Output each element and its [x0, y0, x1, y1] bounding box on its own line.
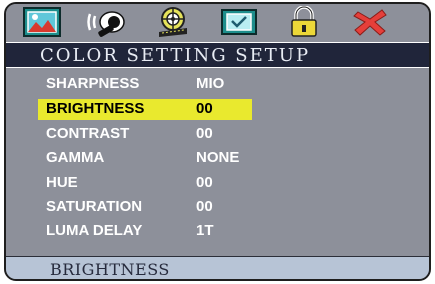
setting-value: 00: [196, 174, 213, 191]
setting-label: HUE: [46, 174, 78, 191]
setting-label: SATURATION: [46, 198, 143, 215]
exit-icon[interactable]: [350, 6, 390, 38]
setting-label: SHARPNESS: [46, 75, 140, 92]
setting-row-brightness[interactable]: BRIGHTNESS 00: [38, 99, 252, 120]
picture-icon[interactable]: [22, 6, 62, 38]
menu-title-bar: COLOR SETTING SETUP: [6, 42, 429, 68]
setting-value: 00: [196, 100, 213, 117]
setting-value: 1T: [196, 222, 214, 239]
setting-row-contrast[interactable]: CONTRAST 00: [38, 124, 252, 145]
setting-row-gamma[interactable]: GAMMA NONE: [38, 148, 252, 169]
lock-icon[interactable]: [284, 5, 324, 38]
setting-value: NONE: [196, 149, 240, 166]
status-bar: BRIGHTNESS: [6, 256, 429, 279]
setting-value: 00: [196, 198, 213, 215]
setting-label: LUMA DELAY: [46, 222, 143, 239]
setting-row-hue[interactable]: HUE 00: [38, 173, 252, 194]
film-reel-icon[interactable]: [153, 6, 193, 38]
setting-value: 00: [196, 125, 213, 142]
preferences-icon[interactable]: [219, 6, 259, 38]
setting-row-saturation[interactable]: SATURATION 00: [38, 197, 252, 218]
setting-row-sharpness[interactable]: SHARPNESS MIO: [38, 74, 252, 95]
icon-toolbar: [6, 4, 429, 41]
setting-label: GAMMA: [46, 149, 105, 166]
setting-value: MIO: [196, 75, 225, 92]
status-text: BRIGHTNESS: [50, 260, 170, 279]
menu-title: COLOR SETTING SETUP: [40, 45, 311, 66]
osd-panel: COLOR SETTING SETUP SHARPNESS MIO BRIGHT…: [4, 2, 431, 281]
setting-label: CONTRAST: [46, 125, 130, 142]
settings-list: SHARPNESS MIO BRIGHTNESS 00 CONTRAST 00 …: [6, 68, 429, 256]
setting-label: BRIGHTNESS: [46, 100, 145, 117]
setting-row-luma-delay[interactable]: LUMA DELAY 1T: [38, 221, 252, 242]
audio-icon[interactable]: [86, 6, 126, 38]
